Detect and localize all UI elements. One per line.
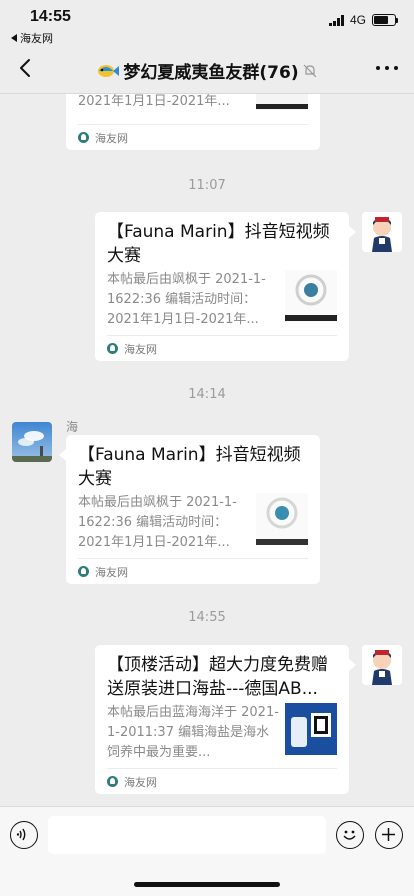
message-timestamp: 14:55 — [188, 610, 226, 625]
card-footer: 海友网 — [78, 558, 308, 584]
bubble-tail — [349, 659, 356, 671]
card-footer: 海友网 — [107, 768, 337, 794]
link-card[interactable]: 【Fauna Marin】抖音短视频大赛 本帖最后由飒枫于 2021-1-162… — [95, 212, 349, 361]
chat-title-text: 梦幻夏威夷鱼友群(76) — [123, 63, 299, 83]
chat-header: 梦幻夏威夷鱼友群(76) — [0, 44, 414, 94]
source-logo-icon — [78, 566, 89, 577]
emoji-icon[interactable] — [336, 821, 364, 849]
card-source: 海友网 — [95, 565, 128, 579]
card-title: 【Fauna Marin】抖音短视频大赛 — [107, 222, 330, 266]
sender-name: 海 — [66, 420, 79, 434]
more-dots-icon[interactable] — [376, 66, 398, 70]
signal-icon — [328, 14, 344, 26]
card-title: 【Fauna Marin】抖音短视频大赛 — [78, 445, 301, 489]
card-source: 海友网 — [95, 131, 128, 145]
avatar[interactable] — [362, 212, 402, 252]
card-description: 本帖最后由飒枫于 2021-1-1622:36 编辑活动时间：2021年1月1日… — [107, 272, 266, 327]
card-thumbnail — [256, 493, 308, 545]
card-thumbnail — [285, 703, 337, 755]
network-type: 4G — [349, 13, 366, 27]
source-logo-icon — [78, 132, 89, 143]
status-bar: 14:55 海友网 4G — [0, 0, 414, 45]
avatar[interactable] — [12, 422, 52, 462]
plus-icon[interactable] — [375, 821, 403, 849]
link-card[interactable]: 2021年1月1日-2021年... 海友网 — [66, 94, 320, 150]
back-triangle-icon — [11, 34, 17, 42]
card-description: 本帖最后由飒枫于 2021-1-1622:36 编辑活动时间：2021年1月1日… — [78, 495, 237, 550]
bubble-tail — [349, 226, 356, 238]
card-source: 海友网 — [124, 342, 157, 356]
message-input[interactable] — [48, 816, 326, 854]
card-footer: 海友网 — [107, 335, 337, 361]
message-timestamp: 11:07 — [188, 178, 226, 193]
source-logo-icon — [107, 776, 118, 787]
card-source: 海友网 — [124, 775, 157, 789]
fish-emoji-icon — [98, 64, 120, 77]
card-description: 本帖最后由蓝海海洋于 2021-1-2011:37 编辑海盐是海水饲养中最为重要… — [107, 705, 279, 760]
bubble-tail — [59, 449, 66, 461]
battery-icon — [372, 14, 398, 26]
status-time: 14:55 — [30, 8, 71, 25]
voice-icon[interactable] — [10, 821, 38, 849]
message-timestamp: 14:14 — [188, 387, 226, 402]
card-description: 2021年1月1日-2021年... — [78, 94, 230, 109]
mute-bell-icon — [303, 64, 317, 77]
link-card[interactable]: 【顶楼活动】超大力度免费赠送原装进口海盐---德国AB... 本帖最后由蓝海海洋… — [95, 645, 349, 794]
card-thumbnail — [256, 94, 308, 110]
avatar[interactable] — [362, 645, 402, 685]
card-footer: 海友网 — [78, 124, 308, 150]
source-logo-icon — [107, 343, 118, 354]
link-card[interactable]: 【Fauna Marin】抖音短视频大赛 本帖最后由飒枫于 2021-1-162… — [66, 435, 320, 584]
card-thumbnail — [285, 270, 337, 322]
card-title: 【顶楼活动】超大力度免费赠送原装进口海盐---德国AB... — [107, 655, 328, 699]
chat-messages[interactable]: 2021年1月1日-2021年... 海友网 11:07 【Fauna Mari… — [0, 94, 414, 806]
status-indicators: 4G — [328, 13, 398, 27]
chat-title[interactable]: 梦幻夏威夷鱼友群(76) — [0, 58, 414, 83]
home-indicator[interactable] — [134, 882, 280, 887]
